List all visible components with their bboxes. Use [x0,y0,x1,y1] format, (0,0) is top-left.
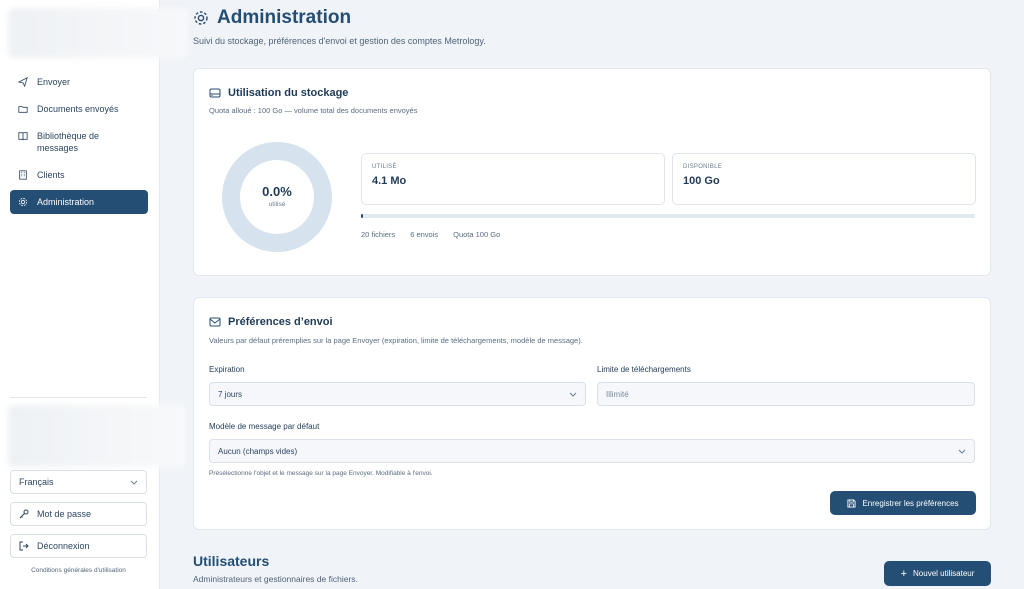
sidebar-item-label: Clients [37,170,65,180]
send-icon [18,77,28,87]
save-icon [847,498,857,508]
sends-count: 6 envois [410,230,439,239]
storage-description: Quota alloué : 100 Go — volume total des… [209,106,418,115]
logout-label: Déconnexion [37,541,90,551]
sidebar-item-envoyer[interactable]: Envoyer [10,70,148,94]
plus-icon: + [900,567,908,580]
used-stat: UTILISÉ 4.1 Mo [361,153,665,205]
sidebar-item-label: Administration [37,197,95,207]
new-user-button[interactable]: + Nouvel utilisateur [884,561,991,586]
sidebar: Envoyer Documents envoyés Bibliothèque d… [0,0,188,589]
hard-drive-icon [209,88,221,98]
terms-link[interactable]: Conditions générales d'utilisation [10,567,147,574]
limit-label: Limite de téléchargements [597,365,691,374]
storage-ring: 0.0% utilisé [222,142,332,252]
expiration-value: 7 jours [218,389,243,399]
preferences-title-text: Préférences d’envoi [228,316,333,328]
language-value: Français [19,477,54,487]
storage-percent-caption: utilisé [268,201,286,208]
chevron-down-icon [569,392,577,397]
sidebar-item-label: Envoyer [37,77,71,87]
used-key: UTILISÉ [372,164,397,170]
language-select[interactable]: Français [10,470,147,494]
main-content: Administration Suivi du stockage, préfér… [161,0,1024,589]
building-icon [19,170,27,180]
template-select[interactable]: Aucun (champs vides) [209,439,975,463]
new-user-label: Nouvel utilisateur [913,569,975,578]
gear-icon [194,11,208,25]
storage-title: Utilisation du stockage [209,87,348,99]
users-title: Utilisateurs [193,553,270,569]
preferences-card: Préférences d’envoi Valeurs par défaut p… [193,297,991,530]
storage-progress-fill [361,214,363,218]
page-title: Administration [217,7,352,28]
sidebar-item-administration[interactable]: Administration [10,190,148,214]
gear-icon [18,197,28,207]
template-hint: Présélectionne l'objet et le message sur… [209,470,433,477]
used-value: 4.1 Mo [372,175,407,187]
storage-progress [361,214,975,218]
files-count: 20 fichiers [361,230,396,239]
chevron-down-icon [130,480,138,485]
sidebar-item-bibliotheque[interactable]: Bibliothèque de messages [10,124,148,160]
storage-meta: 20 fichiers 6 envois Quota 100 Go [361,230,500,239]
key-icon [19,509,29,519]
sidebar-divider [10,397,147,398]
sidebar-item-documents[interactable]: Documents envoyés [10,97,148,121]
download-limit-input[interactable]: Illimité [597,382,975,406]
save-preferences-label: Enregistrer les préférences [862,498,959,508]
sidebar-item-clients[interactable]: Clients [10,163,148,187]
available-value: 100 Go [683,175,720,187]
quota-info: Quota 100 Go [453,230,501,239]
preferences-description: Valeurs par défaut préremplies sur la pa… [209,336,583,345]
storage-percent: 0.0% [262,184,292,199]
page-subtitle: Suivi du stockage, préférences d'envoi e… [193,36,486,46]
page-header: Administration [193,7,351,29]
logout-button[interactable]: Déconnexion [10,534,147,558]
logout-icon [19,541,29,551]
storage-title-text: Utilisation du stockage [228,87,349,99]
password-button[interactable]: Mot de passe [10,502,147,526]
chevron-down-icon [958,449,966,454]
sidebar-nav: Envoyer Documents envoyés Bibliothèque d… [10,70,148,217]
folder-icon [18,106,28,113]
mail-icon [209,317,221,327]
available-stat: DISPONIBLE 100 Go [672,153,976,205]
expiration-select[interactable]: 7 jours [209,382,586,406]
save-preferences-button[interactable]: Enregistrer les préférences [830,491,976,515]
preferences-title: Préférences d’envoi [209,316,333,328]
sidebar-item-label: Documents envoyés [37,104,119,114]
users-subtitle: Administrateurs et gestionnaires de fich… [193,574,358,584]
available-key: DISPONIBLE [683,164,723,170]
storage-card: Utilisation du stockage Quota alloué : 1… [193,68,991,276]
template-label: Modèle de message par défaut [209,422,320,431]
limit-placeholder: Illimité [606,389,629,399]
user-profile [8,405,186,467]
sidebar-item-label: Bibliothèque de messages [37,131,100,153]
expiration-label: Expiration [209,365,245,374]
book-icon [18,132,28,141]
template-value: Aucun (champs vides) [218,446,298,456]
password-label: Mot de passe [37,509,92,519]
